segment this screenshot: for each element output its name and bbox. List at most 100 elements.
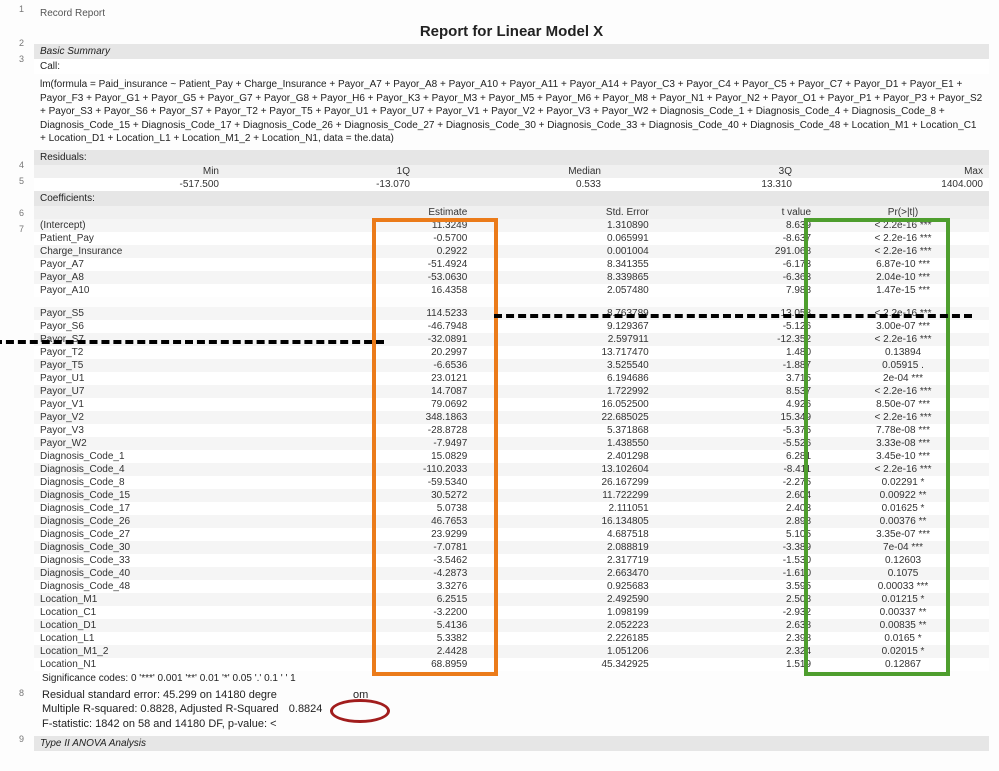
coef-estimate: -7.0781 xyxy=(301,541,473,554)
coef-pval: 8.50e-07 *** xyxy=(817,398,989,411)
coef-tval: -1.887 xyxy=(655,359,817,372)
coef-row: Diagnosis_Code_40-4.28732.663470-1.6100.… xyxy=(34,567,989,580)
coef-tval: 1.519 xyxy=(655,658,817,671)
coef-row: Diagnosis_Code_8-59.534026.167299-2.2750… xyxy=(34,476,989,489)
coef-name: Diagnosis_Code_8 xyxy=(34,476,301,489)
coef-stderr: 2.111051 xyxy=(473,502,654,515)
coef-name: Diagnosis_Code_4 xyxy=(34,463,301,476)
coef-stderr: 1.722992 xyxy=(473,385,654,398)
coef-tval: -1.610 xyxy=(655,567,817,580)
coef-row: Payor_S7-32.08912.597911-12.352< 2.2e-16… xyxy=(34,333,989,346)
coef-pval: 3.35e-07 *** xyxy=(817,528,989,541)
coef-pval: < 2.2e-16 *** xyxy=(817,385,989,398)
residuals-median-val: 0.533 xyxy=(416,178,607,191)
coef-tval: -3.389 xyxy=(655,541,817,554)
coef-estimate: 15.0829 xyxy=(301,450,473,463)
residuals-q3-val: 13.310 xyxy=(607,178,798,191)
coef-pval: 0.00033 *** xyxy=(817,580,989,593)
coef-row: Charge_Insurance0.29220.001004291.068< 2… xyxy=(34,245,989,258)
coef-pval: 0.02291 * xyxy=(817,476,989,489)
coef-name: Location_D1 xyxy=(34,619,301,632)
coef-tval: 2.638 xyxy=(655,619,817,632)
residuals-q3-hdr: 3Q xyxy=(607,165,798,178)
resid-se-line-b: om xyxy=(353,689,368,701)
residuals-header-row: Min 1Q Median 3Q Max xyxy=(34,165,989,178)
row-num-4: 4 xyxy=(2,160,24,170)
coef-pval: 0.12867 xyxy=(817,658,989,671)
coef-name: (Intercept) xyxy=(34,219,301,232)
coef-tval: -2.275 xyxy=(655,476,817,489)
coef-pval: < 2.2e-16 *** xyxy=(817,219,989,232)
fstat-line: F-statistic: 1842 on 58 and 14180 DF, p-… xyxy=(42,718,277,730)
row-num-6: 6 xyxy=(2,208,24,218)
coef-pval: < 2.2e-16 *** xyxy=(817,232,989,245)
coef-estimate: 3.3276 xyxy=(301,580,473,593)
coef-estimate: -0.5700 xyxy=(301,232,473,245)
coef-estimate: -4.2873 xyxy=(301,567,473,580)
coef-estimate: 348.1863 xyxy=(301,411,473,424)
coef-row: Payor_A7-51.49248.341355-6.1736.87e-10 *… xyxy=(34,258,989,271)
coef-row: Payor_U123.01216.1946863.7152e-04 *** xyxy=(34,372,989,385)
coef-estimate: 6.2515 xyxy=(301,593,473,606)
coef-pval: 3.45e-10 *** xyxy=(817,450,989,463)
coefficients-header: Coefficients: xyxy=(34,191,989,206)
coef-estimate: -110.2033 xyxy=(301,463,473,476)
coef-name: Charge_Insurance xyxy=(34,245,301,258)
coef-name: Location_N1 xyxy=(34,658,301,671)
coef-tval: -2.932 xyxy=(655,606,817,619)
coef-row: Payor_T220.299713.7174701.4800.13894 xyxy=(34,346,989,359)
residuals-values-row: -517.500 -13.070 0.533 13.310 1404.000 xyxy=(34,178,989,191)
coef-stderr: 13.717470 xyxy=(473,346,654,359)
coefficients-table-top: Estimate Std. Error t value Pr(>|t|) (In… xyxy=(34,206,989,297)
coef-tval: -6.173 xyxy=(655,258,817,271)
basic-summary-header: Basic Summary xyxy=(34,44,989,59)
coef-hdr-stderr: Std. Error xyxy=(473,206,654,219)
coef-estimate: -6.6536 xyxy=(301,359,473,372)
coef-row: Payor_V179.069216.0525004.9268.50e-07 **… xyxy=(34,398,989,411)
coef-stderr: 2.597911 xyxy=(473,333,654,346)
row-num-8: 8 xyxy=(2,688,24,698)
coef-pval: 0.1075 xyxy=(817,567,989,580)
coef-stderr: 1.051206 xyxy=(473,645,654,658)
coef-stderr: 11.722299 xyxy=(473,489,654,502)
coef-estimate: 68.8959 xyxy=(301,658,473,671)
significance-legend: Significance codes: 0 '***' 0.001 '**' 0… xyxy=(34,671,989,686)
coef-estimate: 114.5233 xyxy=(301,307,473,320)
coef-hdr-pval: Pr(>|t|) xyxy=(817,206,989,219)
coef-stderr: 9.129367 xyxy=(473,320,654,333)
coef-stderr: 0.065991 xyxy=(473,232,654,245)
coef-row: Location_L15.33822.2261852.3980.0165 * xyxy=(34,632,989,645)
coef-name: Location_M1_2 xyxy=(34,645,301,658)
coef-row: Diagnosis_Code_1530.527211.7222992.6040.… xyxy=(34,489,989,502)
coef-name: Location_C1 xyxy=(34,606,301,619)
coef-estimate: 23.0121 xyxy=(301,372,473,385)
coef-row: Payor_U714.70871.7229928.537< 2.2e-16 **… xyxy=(34,385,989,398)
coef-tval: 8.537 xyxy=(655,385,817,398)
coef-pval: < 2.2e-16 *** xyxy=(817,411,989,424)
coef-name: Diagnosis_Code_17 xyxy=(34,502,301,515)
coef-name: Payor_A8 xyxy=(34,271,301,284)
coef-name: Diagnosis_Code_40 xyxy=(34,567,301,580)
coef-row: Diagnosis_Code_2646.765316.1348052.8980.… xyxy=(34,515,989,528)
coef-tval: -8.411 xyxy=(655,463,817,476)
adj-rsq-value: 0.8824 xyxy=(289,703,323,715)
coef-estimate: -51.4924 xyxy=(301,258,473,271)
coef-estimate: -32.0891 xyxy=(301,333,473,346)
coef-stderr: 2.492590 xyxy=(473,593,654,606)
coef-hdr-estimate: Estimate xyxy=(301,206,473,219)
report-title: Report for Linear Model X xyxy=(34,23,989,40)
coef-stderr: 1.310890 xyxy=(473,219,654,232)
resid-se-line-a: Residual standard error: 45.299 on 14180… xyxy=(42,689,277,701)
coef-tval: 3.715 xyxy=(655,372,817,385)
coef-tval: -5.375 xyxy=(655,424,817,437)
coef-estimate: -3.2200 xyxy=(301,606,473,619)
coef-stderr: 8.763789 xyxy=(473,307,654,320)
coef-name: Patient_Pay xyxy=(34,232,301,245)
coef-estimate: 5.4136 xyxy=(301,619,473,632)
coef-row: Payor_T5-6.65363.525540-1.8870.05915 . xyxy=(34,359,989,372)
coef-name: Location_M1 xyxy=(34,593,301,606)
coef-pval: < 2.2e-16 *** xyxy=(817,333,989,346)
residuals-table: Min 1Q Median 3Q Max -517.500 -13.070 0.… xyxy=(34,165,989,191)
coef-tval: 7.988 xyxy=(655,284,817,297)
coef-name: Payor_V1 xyxy=(34,398,301,411)
